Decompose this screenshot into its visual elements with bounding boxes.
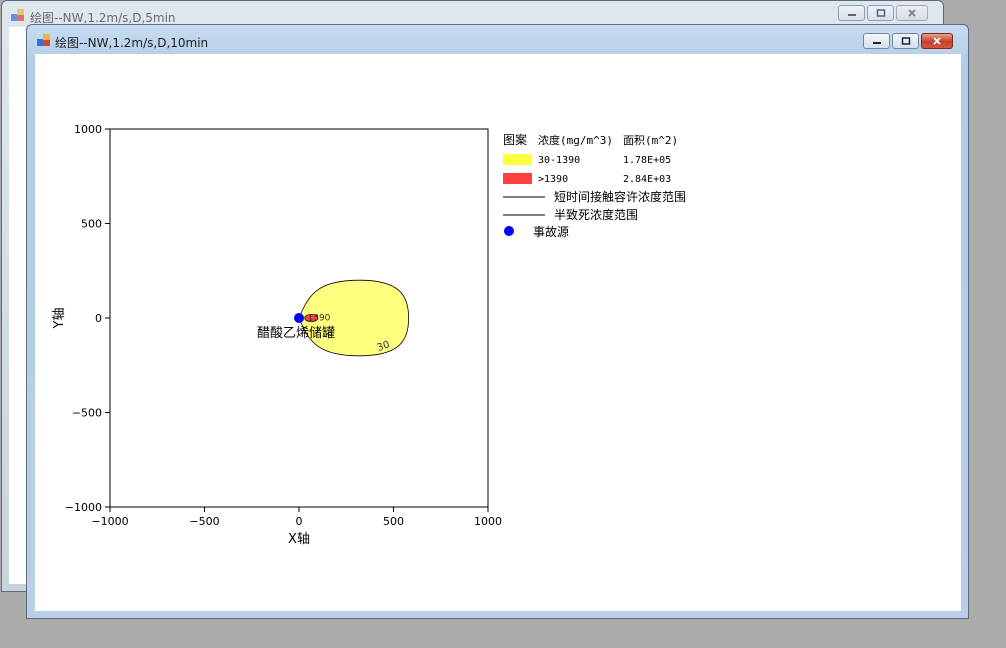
maximize-icon <box>876 9 885 17</box>
close-icon <box>933 37 941 45</box>
legend-swatch-red <box>503 173 532 184</box>
legend-line-stel-label: 短时间接触容许浓度范围 <box>554 189 686 204</box>
background-close-button[interactable] <box>896 5 928 21</box>
minimize-icon <box>847 14 856 16</box>
background-maximize-button[interactable] <box>867 5 894 21</box>
legend-swatch-yellow <box>503 154 532 165</box>
legend-header-concentration: 浓度(mg/m^3) <box>538 133 613 147</box>
y-tick-label: 0 <box>95 312 102 325</box>
y-tick-label: 500 <box>81 218 102 231</box>
legend-area-2: 2.84E+03 <box>623 174 671 185</box>
background-caption-buttons <box>838 5 928 21</box>
maximize-button[interactable] <box>892 33 919 49</box>
legend-source-label: 事故源 <box>533 224 569 239</box>
minimize-icon <box>872 42 881 44</box>
legend-range-1: 30-1390 <box>538 155 580 166</box>
source-label: 醋酸乙烯储罐 <box>257 325 335 341</box>
legend-area-1: 1.78E+05 <box>623 155 671 166</box>
app-icon <box>37 34 50 46</box>
minimize-button[interactable] <box>863 33 890 49</box>
legend-range-2: >1390 <box>538 174 568 185</box>
app-icon <box>11 9 24 21</box>
plot-client-area: 30 1390 醋酸乙烯储罐 −1000 −500 0 500 1000 1000 500… <box>35 54 961 611</box>
close-icon <box>908 9 916 17</box>
maximize-icon <box>901 37 910 45</box>
y-tick-label: −500 <box>72 407 102 420</box>
contour-chart: 30 1390 醋酸乙烯储罐 −1000 −500 0 500 1000 1000500… <box>52 123 686 547</box>
background-minimize-button[interactable] <box>838 5 865 21</box>
y-tick-label: 1000 <box>74 123 102 136</box>
close-button[interactable] <box>921 33 953 49</box>
x-tick-label: −1000 <box>91 515 128 528</box>
legend: 图案 浓度(mg/m^3) 面积(m^2) 30-1390 1.78E+05 >… <box>503 132 686 239</box>
legend-line-lc50-label: 半致死浓度范围 <box>554 207 638 222</box>
legend-source-marker <box>504 226 514 236</box>
legend-header-area: 面积(m^2) <box>623 134 678 147</box>
x-tick-label: 500 <box>383 515 404 528</box>
caption-buttons <box>863 33 953 49</box>
legend-header-pattern: 图案 <box>503 132 527 147</box>
y-tick-label: −1000 <box>65 501 102 514</box>
y-axis-label: Y轴 <box>52 308 67 330</box>
x-axis-label: X轴 <box>288 532 310 547</box>
accident-source-point <box>294 313 304 323</box>
x-axis-ticks: −1000 −500 0 500 1000 <box>91 507 502 528</box>
x-tick-label: −500 <box>189 515 219 528</box>
plot-window[interactable]: 绘图--NW,1.2m/s,D,10min 30 1390 醋酸乙烯储罐 −10… <box>26 24 969 619</box>
window-title: 绘图--NW,1.2m/s,D,10min <box>55 36 209 50</box>
contour-label-1390: 1390 <box>308 313 331 323</box>
y-axis-ticks: 1000 500 0 −500 −1000 <box>65 123 110 514</box>
x-tick-label: 1000 <box>474 515 502 528</box>
x-tick-label: 0 <box>296 515 303 528</box>
